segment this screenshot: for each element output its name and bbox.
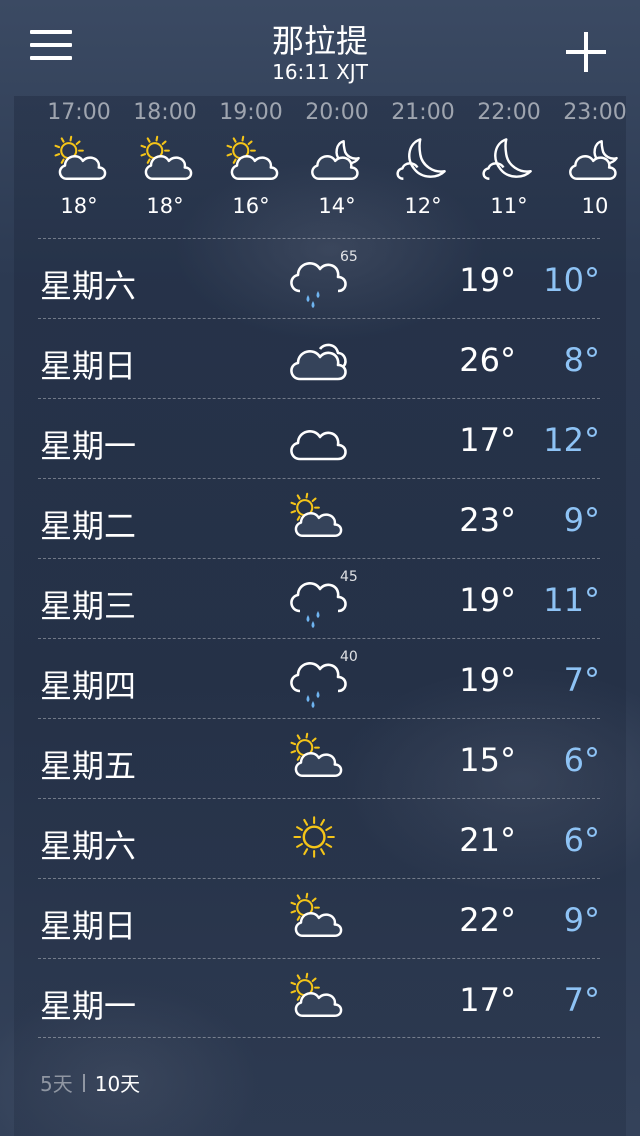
high-temp: 23° [459,501,516,539]
local-time: 16:11 XJT [272,60,368,84]
hour-time: 21:00 [391,100,455,125]
partly-cloudy-night-icon [566,134,626,186]
tab-5-days[interactable]: 5天 [40,1068,73,1097]
low-temp: 10° [543,261,600,299]
high-temp: 17° [459,981,516,1019]
high-temp: 17° [459,421,516,459]
daily-row: 星期日 22° 9° [38,878,600,958]
day-name: 星期一 [40,987,137,1025]
day-name: 星期六 [40,827,137,865]
high-temp: 19° [459,261,516,299]
low-temp: 9° [563,501,600,539]
hourly-item: 19:00 16° [208,96,294,236]
partly-sunny-icon [286,891,358,949]
day-name: 星期五 [40,747,137,785]
daily-row: 星期六 21° 6° [38,798,600,878]
low-temp: 11° [543,581,600,619]
daily-row: 星期二 23° 9° [38,478,600,558]
hour-temp: 16° [232,194,270,218]
forecast-range-tabs: 5天 10天 [40,1068,140,1097]
high-temp: 26° [459,341,516,379]
daily-row: 星期日 26° 8° [38,318,600,398]
hour-time: 17:00 [47,100,111,125]
partly-cloudy-night-icon [308,134,368,186]
hour-temp: 11° [490,194,528,218]
city-name: 那拉提 [271,22,368,60]
high-temp: 21° [459,821,516,859]
low-temp: 7° [563,981,600,1019]
partly-sunny-icon [286,971,358,1029]
hour-temp: 14° [318,194,356,218]
precip-chance: 65 [340,249,358,265]
hourly-item: 20:00 14° [294,96,380,236]
daily-row: 星期六 65 19° 10° [38,238,600,318]
sunny-icon [286,811,358,869]
partly-sunny-icon [136,134,196,186]
high-temp: 22° [459,901,516,939]
daily-forecast-list: 星期六 65 19° 10° 星期日 26° 8° 星期一 17° 12° 星期… [38,238,600,1038]
low-temp: 6° [563,821,600,859]
partly-sunny-icon [286,491,358,549]
cloudy-icon [286,331,358,389]
hour-time: 18:00 [133,100,197,125]
partly-sunny-icon [222,134,282,186]
hour-temp: 18° [146,194,184,218]
tab-10-days[interactable]: 10天 [95,1068,140,1097]
day-name: 星期二 [40,507,137,545]
partly-sunny-icon [50,134,110,186]
hourly-item: 22:00 11° [466,96,552,236]
hourly-item: 17:00 18° [36,96,122,236]
daily-row: 星期三 45 19° 11° [38,558,600,638]
hour-time: 19:00 [219,100,283,125]
add-city-button[interactable] [566,32,606,72]
day-name: 星期六 [40,267,137,305]
high-temp: 19° [459,581,516,619]
low-temp: 9° [563,901,600,939]
precip-chance: 40 [340,649,358,665]
hourly-forecast[interactable]: 17:00 18° 18:00 18° 19:00 16° 20:00 14° … [14,96,626,236]
hour-time: 22:00 [477,100,541,125]
hour-time: 23:00 [563,100,626,125]
daily-row: 星期五 15° 6° [38,718,600,798]
daily-row: 星期一 17° 7° [38,958,600,1038]
hourly-item: 21:00 12° [380,96,466,236]
low-temp: 7° [563,661,600,699]
daily-row: 星期四 40 19° 7° [38,638,600,718]
hour-temp: 12° [404,194,442,218]
hourly-item: 23:00 10 [552,96,626,236]
day-name: 星期一 [40,427,137,465]
hour-temp: 10 [581,194,609,218]
cloud-icon [286,411,358,469]
low-temp: 6° [563,741,600,779]
day-name: 星期日 [40,347,137,385]
high-temp: 15° [459,741,516,779]
day-name: 星期日 [40,907,137,945]
clear-night-icon [394,134,454,186]
hourly-item: 18:00 18° [122,96,208,236]
hour-time: 20:00 [305,100,369,125]
day-name: 星期四 [40,667,137,705]
precip-chance: 45 [340,569,358,585]
partly-sunny-icon [286,731,358,789]
high-temp: 19° [459,661,516,699]
low-temp: 12° [543,421,600,459]
hour-temp: 18° [60,194,98,218]
low-temp: 8° [563,341,600,379]
clear-night-icon [480,134,540,186]
daily-row: 星期一 17° 12° [38,398,600,478]
tab-divider [82,1073,85,1092]
day-name: 星期三 [40,587,137,625]
header: 那拉提 16:11 XJT [0,0,640,96]
